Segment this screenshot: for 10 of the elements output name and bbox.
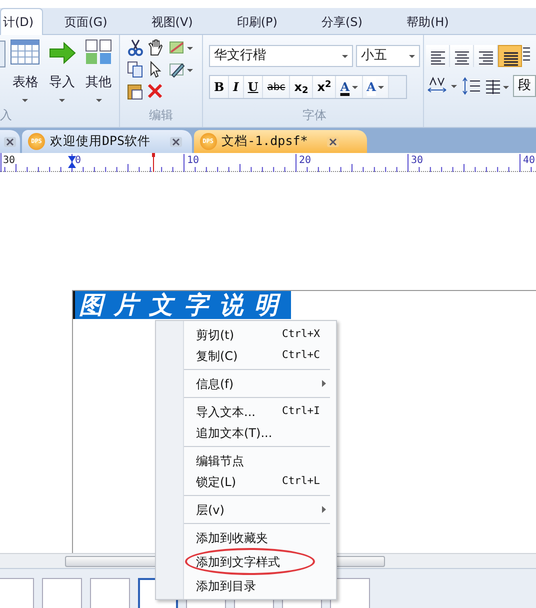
ruler-number: 20 <box>299 155 312 166</box>
ruler-number: 10 <box>187 155 200 166</box>
group-label: 编辑 <box>148 107 174 124</box>
selected-text: 图片文字说明 <box>73 291 291 319</box>
group-label: 入 <box>0 107 13 124</box>
group-label: 字体 <box>302 107 328 124</box>
ruler-number: 30 <box>3 155 16 166</box>
ruler-number: 30 <box>411 155 424 166</box>
ruler-number: 0 <box>75 155 82 166</box>
ruler-number: 40 <box>523 155 536 166</box>
